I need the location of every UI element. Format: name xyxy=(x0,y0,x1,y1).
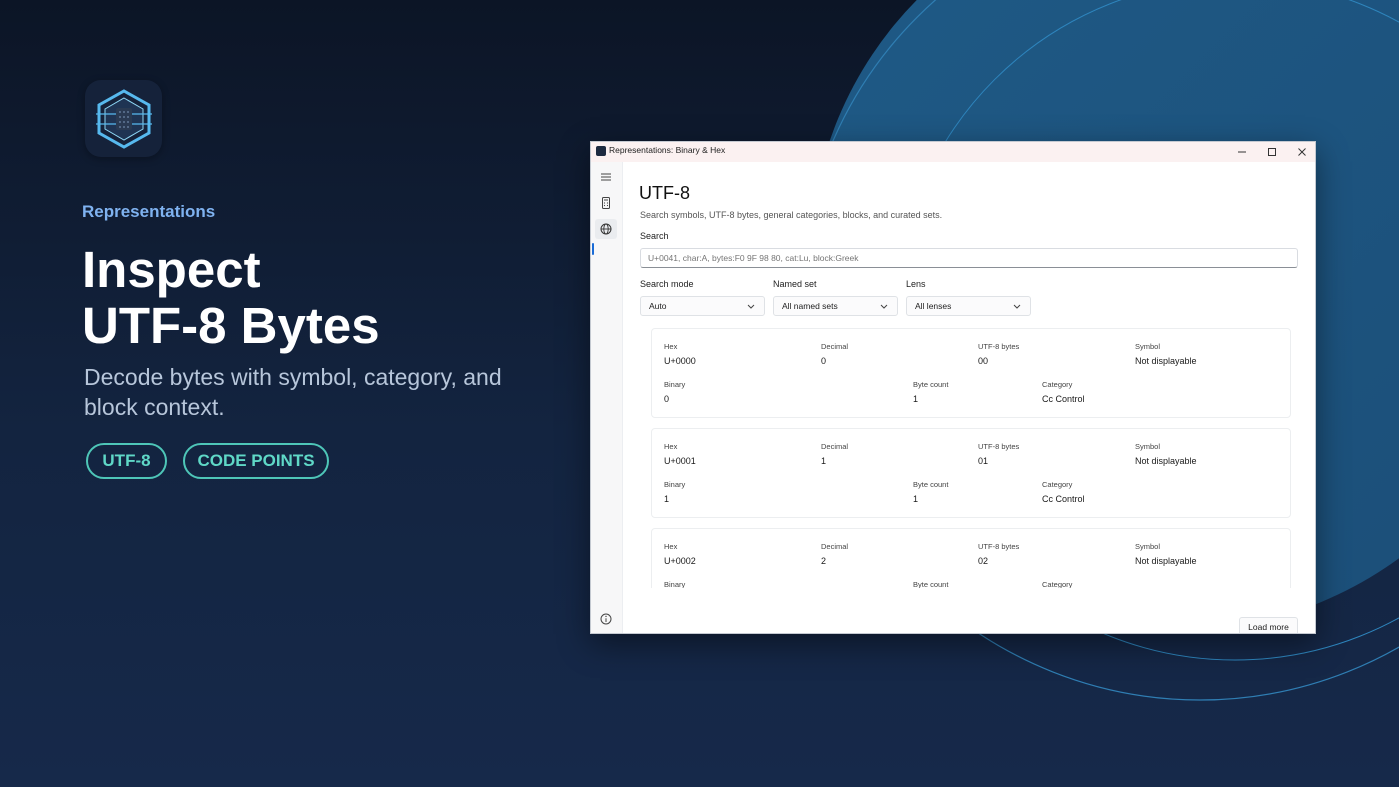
pill-utf8: UTF-8 xyxy=(86,443,167,479)
search-mode-value: Auto xyxy=(649,301,667,311)
binary-label: Binary xyxy=(664,380,686,389)
binary-label: Binary xyxy=(664,480,686,489)
result-card[interactable]: Hex U+0001 Decimal 1 UTF-8 bytes 01 Symb… xyxy=(651,428,1291,518)
symbol-label: Symbol xyxy=(1135,542,1161,551)
close-icon xyxy=(1298,148,1306,156)
symbol-value: Not displayable xyxy=(1135,556,1197,566)
search-input[interactable] xyxy=(640,248,1298,268)
chevron-down-icon xyxy=(1013,304,1021,309)
byte-count-label: Byte count xyxy=(913,380,949,389)
promo-eyebrow: Representations xyxy=(82,202,216,221)
utf8-bytes-value: 01 xyxy=(978,456,989,466)
close-button[interactable] xyxy=(1287,142,1315,162)
headline-line-2: UTF-8 Bytes xyxy=(82,297,380,354)
about-button[interactable] xyxy=(595,609,617,629)
app-icon xyxy=(596,146,606,156)
nav-calculator[interactable] xyxy=(595,193,617,213)
category-label: Category xyxy=(1042,380,1073,389)
decimal-value: 2 xyxy=(821,556,827,566)
byte-count-label: Byte count xyxy=(913,480,949,489)
byte-count-label: Byte count xyxy=(913,580,949,588)
main-content: UTF-8 Search symbols, UTF-8 bytes, gener… xyxy=(623,162,1315,633)
decimal-label: Decimal xyxy=(821,442,849,451)
page-title: UTF-8 xyxy=(639,183,690,203)
symbol-label: Symbol xyxy=(1135,442,1161,451)
result-card[interactable]: Hex U+0002 Decimal 2 UTF-8 bytes 02 Symb… xyxy=(651,528,1291,588)
category-label: Category xyxy=(1042,480,1073,489)
named-set-select[interactable]: All named sets xyxy=(773,296,898,316)
named-set-value: All named sets xyxy=(782,301,838,311)
search-mode-select[interactable]: Auto xyxy=(640,296,765,316)
navigation-rail xyxy=(591,162,623,633)
binary-value: 0 xyxy=(664,394,670,404)
result-card[interactable]: Hex U+0000 Decimal 0 UTF-8 bytes 00 Symb… xyxy=(651,328,1291,418)
nav-selection-indicator xyxy=(592,243,594,255)
symbol-value: Not displayable xyxy=(1135,456,1197,466)
app-window: Representations: Binary & Hex UTF-8 Sear… xyxy=(590,141,1316,634)
chevron-down-icon xyxy=(747,304,755,309)
utf8-bytes-label: UTF-8 bytes xyxy=(978,542,1020,551)
lens-select[interactable]: All lenses xyxy=(906,296,1031,316)
info-icon xyxy=(600,613,612,625)
byte-count-value: 1 xyxy=(913,394,919,404)
category-value: Cc Control xyxy=(1042,394,1085,404)
headline-line-1: Inspect xyxy=(82,241,261,298)
hex-value: U+0002 xyxy=(664,556,696,566)
maximize-button[interactable] xyxy=(1257,142,1287,162)
load-more-button[interactable]: Load more xyxy=(1239,617,1298,633)
category-label: Category xyxy=(1042,580,1073,588)
utf8-bytes-value: 02 xyxy=(978,556,989,566)
lens-label: Lens xyxy=(906,279,926,289)
lens-value: All lenses xyxy=(915,301,952,311)
category-value: Cc Control xyxy=(1042,494,1085,504)
hexagon-chip-icon xyxy=(95,88,152,149)
title-bar[interactable]: Representations: Binary & Hex xyxy=(591,142,1315,162)
symbol-label: Symbol xyxy=(1135,342,1161,351)
hex-value: U+0000 xyxy=(664,356,696,366)
hamburger-icon xyxy=(601,173,611,181)
search-label: Search xyxy=(640,231,669,241)
decimal-label: Decimal xyxy=(821,542,849,551)
decimal-value: 0 xyxy=(821,356,827,366)
menu-button[interactable] xyxy=(595,167,617,187)
binary-label: Binary xyxy=(664,580,686,588)
utf8-bytes-value: 00 xyxy=(978,356,989,366)
utf8-bytes-label: UTF-8 bytes xyxy=(978,442,1020,451)
byte-count-value: 1 xyxy=(913,494,919,504)
chevron-down-icon xyxy=(880,304,888,309)
page-description: Search symbols, UTF-8 bytes, general cat… xyxy=(640,210,943,220)
hex-label: Hex xyxy=(664,542,678,551)
window-title: Representations: Binary & Hex xyxy=(609,145,726,155)
decimal-value: 1 xyxy=(821,456,827,466)
pill-code-points: CODE POINTS xyxy=(183,443,329,479)
globe-icon xyxy=(600,223,612,235)
promo-headline: Inspect UTF-8 Bytes xyxy=(82,242,380,354)
search-mode-label: Search mode xyxy=(640,279,694,289)
symbol-value: Not displayable xyxy=(1135,356,1197,366)
promo-subhead: Decode bytes with symbol, category, and … xyxy=(84,364,502,420)
minimize-icon xyxy=(1238,151,1246,153)
calculator-icon xyxy=(602,197,610,209)
named-set-label: Named set xyxy=(773,279,817,289)
minimize-button[interactable] xyxy=(1227,142,1257,162)
app-logo xyxy=(85,80,162,157)
hex-label: Hex xyxy=(664,442,678,451)
results-list[interactable]: Hex U+0000 Decimal 0 UTF-8 bytes 00 Symb… xyxy=(651,328,1291,588)
nav-utf8[interactable] xyxy=(595,219,617,239)
utf8-bytes-label: UTF-8 bytes xyxy=(978,342,1020,351)
hex-label: Hex xyxy=(664,342,678,351)
binary-value: 1 xyxy=(664,494,670,504)
maximize-icon xyxy=(1268,148,1276,156)
hex-value: U+0001 xyxy=(664,456,696,466)
decimal-label: Decimal xyxy=(821,342,849,351)
